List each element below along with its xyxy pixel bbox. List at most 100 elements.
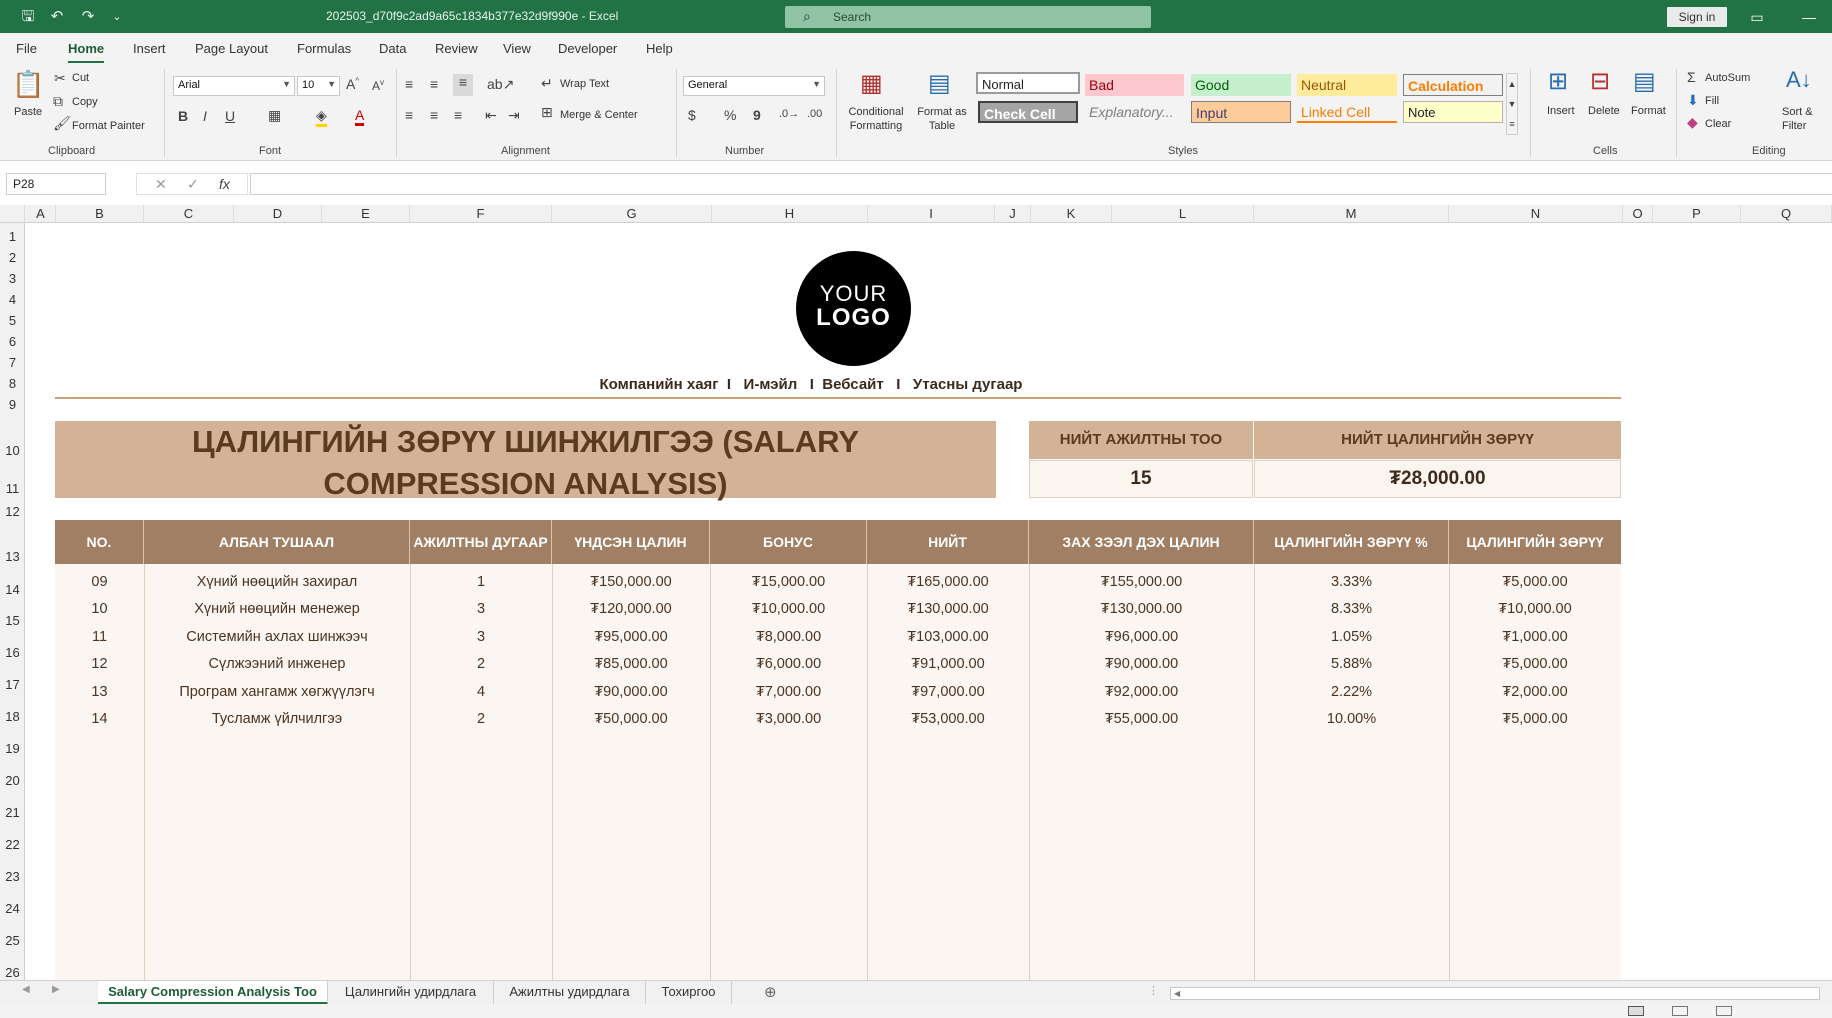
merge-center-icon[interactable]: ⊞ — [541, 104, 553, 121]
increase-indent-icon[interactable]: ⇥ — [508, 107, 520, 124]
cell-total[interactable]: ₮103,000.00 — [867, 624, 1029, 650]
cell-position[interactable]: Тусламж үйлчилгээ — [144, 706, 410, 732]
cell-total[interactable]: ₮130,000.00 — [867, 596, 1029, 622]
row-header[interactable]: 20 — [0, 773, 25, 788]
row-header[interactable]: 1 — [0, 229, 25, 244]
number-format-combo[interactable]: General ▼ — [683, 76, 825, 96]
cell-market-salary[interactable]: ₮90,000.00 — [1029, 651, 1254, 677]
cell-gap-percent[interactable]: 2.22% — [1254, 679, 1449, 705]
cell-gap[interactable]: ₮5,000.00 — [1449, 569, 1621, 595]
tab-review[interactable]: Review — [435, 41, 478, 56]
cell-gap-percent[interactable]: 5.88% — [1254, 651, 1449, 677]
cell-total[interactable]: ₮165,000.00 — [867, 569, 1029, 595]
column-header[interactable]: P — [1653, 205, 1741, 223]
row-header[interactable]: 26 — [0, 965, 25, 980]
copy-button[interactable]: Copy — [72, 96, 98, 108]
row-header[interactable]: 11 — [0, 481, 25, 496]
paste-icon[interactable]: 📋 — [12, 69, 44, 100]
align-top-icon[interactable]: ≡ — [405, 76, 413, 92]
column-header[interactable]: B — [56, 205, 144, 223]
increase-decimal-icon[interactable]: .0→ — [779, 108, 799, 120]
format-as-table-button[interactable]: Format as Table — [914, 105, 970, 133]
sort-filter-button[interactable]: Sort & Filter — [1782, 105, 1828, 133]
format-painter-button[interactable]: Format Painter — [72, 120, 145, 132]
cell-no[interactable]: 14 — [55, 706, 144, 732]
cut-button[interactable]: Cut — [72, 72, 89, 84]
column-header[interactable]: H — [712, 205, 868, 223]
insert-function-icon[interactable]: fx — [219, 176, 230, 192]
shrink-font-icon[interactable]: Av — [372, 78, 384, 93]
style-neutral[interactable]: Neutral — [1297, 74, 1397, 96]
tab-view[interactable]: View — [503, 41, 531, 56]
font-color-icon[interactable]: A — [355, 107, 365, 126]
formula-input[interactable] — [250, 173, 1832, 195]
tab-file[interactable]: File — [16, 41, 37, 56]
autosum-icon[interactable]: Σ — [1687, 69, 1696, 85]
cell-gap[interactable]: ₮2,000.00 — [1449, 679, 1621, 705]
fill-icon[interactable]: ⬇ — [1687, 92, 1699, 109]
tab-home[interactable]: Home — [68, 41, 105, 64]
cell-total[interactable]: ₮53,000.00 — [867, 706, 1029, 732]
cancel-icon[interactable]: ✕ — [155, 176, 167, 193]
save-icon[interactable]: 🖫 — [18, 7, 38, 27]
percent-icon[interactable]: % — [724, 107, 736, 123]
row-header[interactable]: 12 — [0, 504, 25, 519]
row-header[interactable]: 8 — [0, 376, 25, 391]
cell-position[interactable]: Хүний нөөцийн менежер — [144, 596, 410, 622]
cell-gap[interactable]: ₮5,000.00 — [1449, 706, 1621, 732]
cell-bonus[interactable]: ₮3,000.00 — [710, 706, 867, 732]
row-header[interactable]: 4 — [0, 292, 25, 307]
insert-cells-button[interactable]: Insert — [1547, 105, 1575, 117]
row-header[interactable]: 25 — [0, 933, 25, 948]
cell-position[interactable]: Хүний нөөцийн захирал — [144, 569, 410, 595]
delete-cells-button[interactable]: Delete — [1588, 105, 1620, 117]
clear-icon[interactable]: ◆ — [1687, 114, 1698, 131]
align-center-icon[interactable]: ≡ — [430, 107, 438, 123]
cell-no[interactable]: 10 — [55, 596, 144, 622]
fill-button[interactable]: Fill — [1705, 95, 1719, 107]
ribbon-display-icon[interactable]: ▭ — [1744, 6, 1770, 28]
search-box[interactable]: ⌕ Search — [785, 6, 1151, 28]
cell-market-salary[interactable]: ₮130,000.00 — [1029, 596, 1254, 622]
style-calculation[interactable]: Calculation — [1403, 74, 1503, 96]
wrap-text-icon[interactable]: ↵ — [541, 75, 553, 92]
tab-data[interactable]: Data — [379, 41, 406, 56]
cut-icon[interactable]: ✂ — [54, 70, 66, 87]
page-layout-view-icon[interactable] — [1672, 1006, 1688, 1016]
italic-icon[interactable]: I — [203, 108, 207, 124]
cell-gap-percent[interactable]: 10.00% — [1254, 706, 1449, 732]
cell-gap[interactable]: ₮1,000.00 — [1449, 624, 1621, 650]
style-check-cell[interactable]: Check Cell — [978, 101, 1078, 123]
align-bottom-icon[interactable]: ≡ — [453, 74, 473, 96]
style-normal[interactable]: Normal — [976, 72, 1080, 94]
column-header[interactable]: K — [1031, 205, 1112, 223]
row-header[interactable]: 24 — [0, 901, 25, 916]
cell-total[interactable]: ₮97,000.00 — [867, 679, 1029, 705]
row-header[interactable]: 5 — [0, 313, 25, 328]
comma-style-icon[interactable]: 9 — [753, 107, 761, 123]
cell-base-salary[interactable]: ₮50,000.00 — [552, 706, 710, 732]
row-header[interactable]: 15 — [0, 613, 25, 628]
wrap-text-button[interactable]: Wrap Text — [560, 78, 609, 90]
row-header[interactable]: 19 — [0, 741, 25, 756]
tab-page-layout[interactable]: Page Layout — [195, 41, 268, 56]
tab-insert[interactable]: Insert — [133, 41, 166, 56]
copy-icon[interactable]: ⧉ — [53, 93, 63, 110]
format-cells-button[interactable]: Format — [1631, 105, 1666, 117]
format-as-table-icon[interactable]: ▤ — [928, 69, 951, 98]
conditional-formatting-icon[interactable]: ▦ — [860, 69, 883, 98]
row-header[interactable]: 2 — [0, 250, 25, 265]
style-explanatory[interactable]: Explanatory... — [1085, 101, 1185, 123]
cell-employee-id[interactable]: 2 — [410, 651, 552, 677]
undo-icon[interactable]: ↶ — [47, 7, 67, 27]
customize-toolbar-icon[interactable]: ⌄ — [107, 7, 127, 27]
cell-position[interactable]: Системийн ахлах шинжээч — [144, 624, 410, 650]
column-header[interactable]: D — [234, 205, 322, 223]
page-break-view-icon[interactable] — [1716, 1006, 1732, 1016]
scroll-left-icon[interactable]: ◀ — [1174, 989, 1180, 998]
bold-icon[interactable]: B — [178, 108, 188, 124]
style-good[interactable]: Good — [1191, 74, 1291, 96]
cell-bonus[interactable]: ₮10,000.00 — [710, 596, 867, 622]
grow-font-icon[interactable]: A^ — [346, 76, 359, 92]
underline-icon[interactable]: U — [225, 108, 235, 124]
